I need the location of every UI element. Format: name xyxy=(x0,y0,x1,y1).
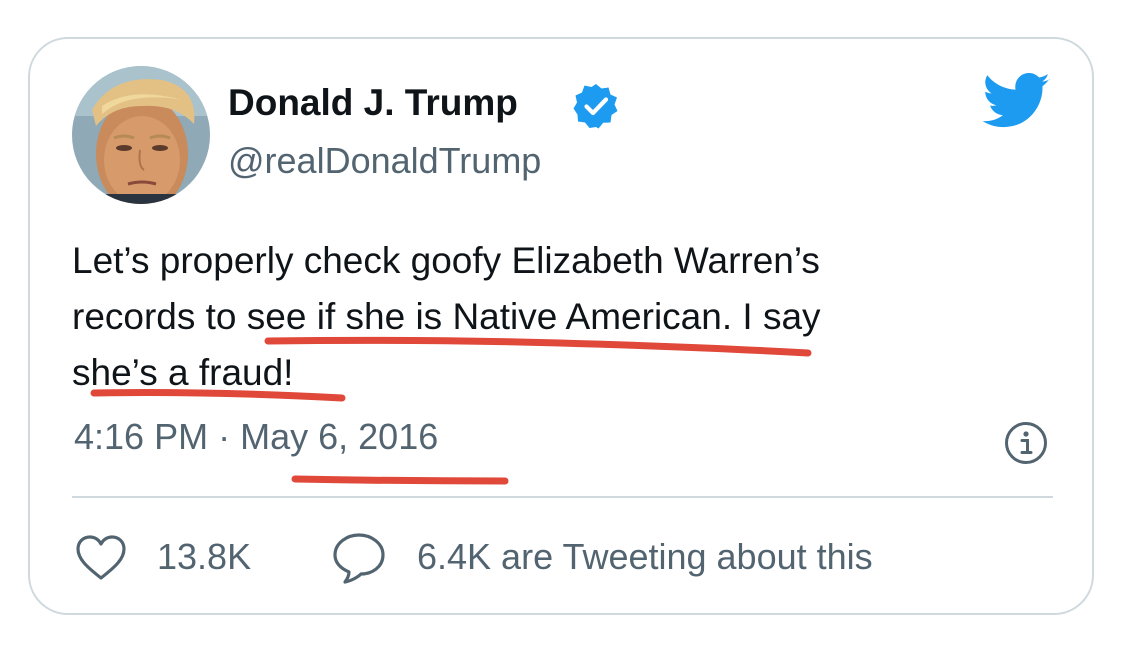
info-icon[interactable] xyxy=(1003,420,1049,466)
timestamp-separator: · xyxy=(218,416,231,457)
tweeting-count[interactable]: 6.4K are Tweeting about this xyxy=(417,536,873,578)
divider xyxy=(72,496,1053,498)
like-count[interactable]: 13.8K xyxy=(157,536,251,578)
tweet-timestamp[interactable]: 4:16 PM · May 6, 2016 xyxy=(74,416,438,458)
tweet-text-line: Let’s properly check goofy Elizabeth War… xyxy=(72,240,820,281)
heart-icon[interactable] xyxy=(75,534,127,582)
speech-bubble-icon[interactable] xyxy=(331,531,387,585)
twitter-bird-icon[interactable] xyxy=(983,72,1051,130)
tweet-text-line: records to see if she is Native American… xyxy=(72,296,821,337)
author-handle[interactable]: @realDonaldTrump xyxy=(228,140,541,182)
author-avatar[interactable] xyxy=(72,66,210,204)
tweet-text: Let’s properly check goofy Elizabeth War… xyxy=(72,233,1062,401)
author-display-name[interactable]: Donald J. Trump xyxy=(228,82,518,124)
tweet-text-line: she’s a fraud! xyxy=(72,352,294,393)
verified-badge-icon xyxy=(573,84,618,129)
profile-photo xyxy=(72,66,210,204)
tweet-time: 4:16 PM xyxy=(74,416,209,457)
tweet-date: May 6, 2016 xyxy=(240,416,439,457)
